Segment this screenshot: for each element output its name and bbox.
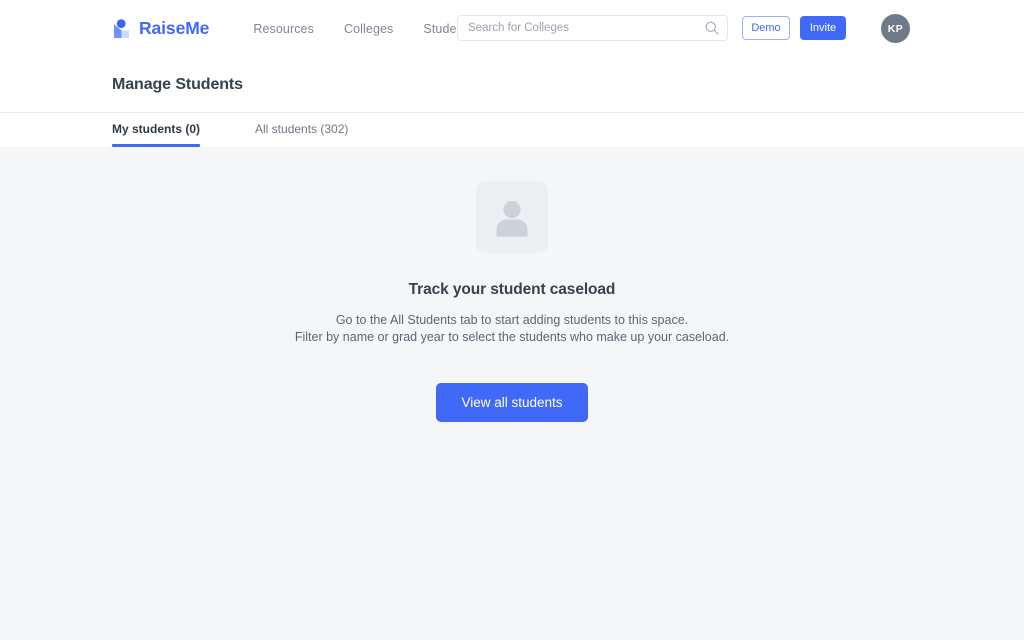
college-search xyxy=(457,15,728,41)
empty-state-title: Track your student caseload xyxy=(408,281,616,298)
empty-state-description: Go to the All Students tab to start addi… xyxy=(295,312,729,345)
page-title-band: Manage Students xyxy=(0,57,1024,113)
page-title: Manage Students xyxy=(112,75,243,93)
empty-state-line-1: Go to the All Students tab to start addi… xyxy=(335,313,689,327)
raiseme-logo-icon xyxy=(112,18,132,40)
avatar[interactable]: KP xyxy=(881,14,910,43)
tab-all-students[interactable]: All students (302) xyxy=(255,113,348,147)
main-content: Track your student caseload Go to the Al… xyxy=(0,147,1024,640)
search-input[interactable] xyxy=(457,15,728,41)
brand-logo[interactable]: RaiseMe xyxy=(112,18,209,40)
brand-name: RaiseMe xyxy=(139,17,210,38)
invite-button[interactable]: Invite xyxy=(800,16,846,40)
nav-link-resources[interactable]: Resources xyxy=(238,16,329,42)
tab-bar: My students (0) All students (302) xyxy=(0,113,1024,147)
person-placeholder-icon xyxy=(476,181,548,253)
primary-nav-links: Resources Colleges Students xyxy=(238,16,488,42)
empty-state-line-2: Filter by name or grad year to select th… xyxy=(294,329,730,344)
view-all-students-button[interactable]: View all students xyxy=(436,383,588,422)
demo-button[interactable]: Demo xyxy=(742,16,790,40)
nav-link-colleges[interactable]: Colleges xyxy=(329,16,408,42)
top-navigation-bar: RaiseMe Resources Colleges Students Demo… xyxy=(0,0,1024,57)
tab-my-students[interactable]: My students (0) xyxy=(112,113,201,147)
